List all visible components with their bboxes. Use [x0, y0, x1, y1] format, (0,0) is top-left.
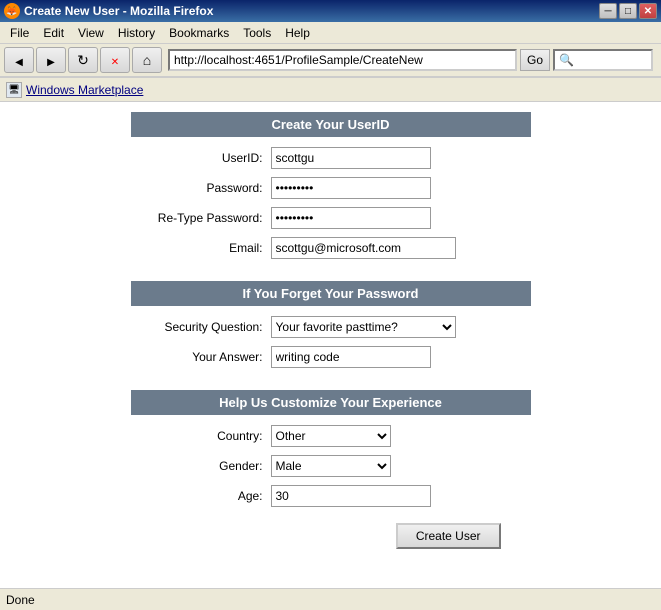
- security-question-label: Security Question:: [131, 320, 271, 334]
- search-input[interactable]: [553, 49, 653, 71]
- go-button[interactable]: Go: [520, 49, 550, 71]
- age-group: Age:: [131, 485, 531, 507]
- retype-password-label: Re-Type Password:: [131, 211, 271, 225]
- toolbar: Go: [0, 44, 661, 78]
- title-bar: 🦊 Create New User - Mozilla Firefox ─ □ …: [0, 0, 661, 22]
- userid-group: UserID:: [131, 147, 531, 169]
- menu-help[interactable]: Help: [279, 24, 316, 42]
- menu-file[interactable]: File: [4, 24, 35, 42]
- answer-input[interactable]: [271, 346, 431, 368]
- section1-header: Create Your UserID: [131, 112, 531, 137]
- email-group: Email:: [131, 237, 531, 259]
- age-label: Age:: [131, 489, 271, 503]
- section3-header: Help Us Customize Your Experience: [131, 390, 531, 415]
- country-group: Country: Other United States United King…: [131, 425, 531, 447]
- forward-button[interactable]: [36, 47, 66, 73]
- create-user-button[interactable]: Create User: [396, 523, 501, 549]
- minimize-button[interactable]: ─: [599, 3, 617, 19]
- form-container: Create Your UserID UserID: Password: Re-…: [131, 112, 531, 549]
- gender-group: Gender: Male Female Other: [131, 455, 531, 477]
- maximize-button[interactable]: □: [619, 3, 637, 19]
- security-question-select[interactable]: Your favorite pasttime? Your mother's ma…: [271, 316, 456, 338]
- stop-button[interactable]: [100, 47, 130, 73]
- menu-tools[interactable]: Tools: [237, 24, 277, 42]
- windows-marketplace-link[interactable]: Windows Marketplace: [26, 83, 143, 97]
- menu-bookmarks[interactable]: Bookmarks: [163, 24, 235, 42]
- gender-select[interactable]: Male Female Other: [271, 455, 391, 477]
- refresh-button[interactable]: [68, 47, 98, 73]
- menu-view[interactable]: View: [72, 24, 110, 42]
- retype-password-group: Re-Type Password:: [131, 207, 531, 229]
- answer-group: Your Answer:: [131, 346, 531, 368]
- gender-label: Gender:: [131, 459, 271, 473]
- country-select[interactable]: Other United States United Kingdom Canad…: [271, 425, 391, 447]
- menu-edit[interactable]: Edit: [37, 24, 70, 42]
- favorites-bar: 🖥 Windows Marketplace: [0, 78, 661, 102]
- home-button[interactable]: [132, 47, 162, 73]
- status-bar: Done: [0, 588, 661, 610]
- country-label: Country:: [131, 429, 271, 443]
- retype-password-input[interactable]: [271, 207, 431, 229]
- window-controls: ─ □ ✕: [599, 3, 657, 19]
- favorites-icon: 🖥: [6, 82, 22, 98]
- password-input[interactable]: [271, 177, 431, 199]
- password-label: Password:: [131, 181, 271, 195]
- menu-bar: File Edit View History Bookmarks Tools H…: [0, 22, 661, 44]
- firefox-icon: 🦊: [4, 3, 20, 19]
- password-group: Password:: [131, 177, 531, 199]
- email-input[interactable]: [271, 237, 456, 259]
- back-button[interactable]: [4, 47, 34, 73]
- address-input[interactable]: [168, 49, 517, 71]
- answer-label: Your Answer:: [131, 350, 271, 364]
- userid-input[interactable]: [271, 147, 431, 169]
- window-title: Create New User - Mozilla Firefox: [24, 4, 213, 18]
- age-input[interactable]: [271, 485, 431, 507]
- address-bar: Go: [168, 49, 653, 71]
- menu-history[interactable]: History: [112, 24, 161, 42]
- section2-header: If You Forget Your Password: [131, 281, 531, 306]
- status-text: Done: [6, 593, 35, 607]
- button-row: Create User: [131, 523, 531, 549]
- security-question-group: Security Question: Your favorite pasttim…: [131, 316, 531, 338]
- close-button[interactable]: ✕: [639, 3, 657, 19]
- email-label: Email:: [131, 241, 271, 255]
- userid-label: UserID:: [131, 151, 271, 165]
- page-content: Create Your UserID UserID: Password: Re-…: [0, 102, 661, 588]
